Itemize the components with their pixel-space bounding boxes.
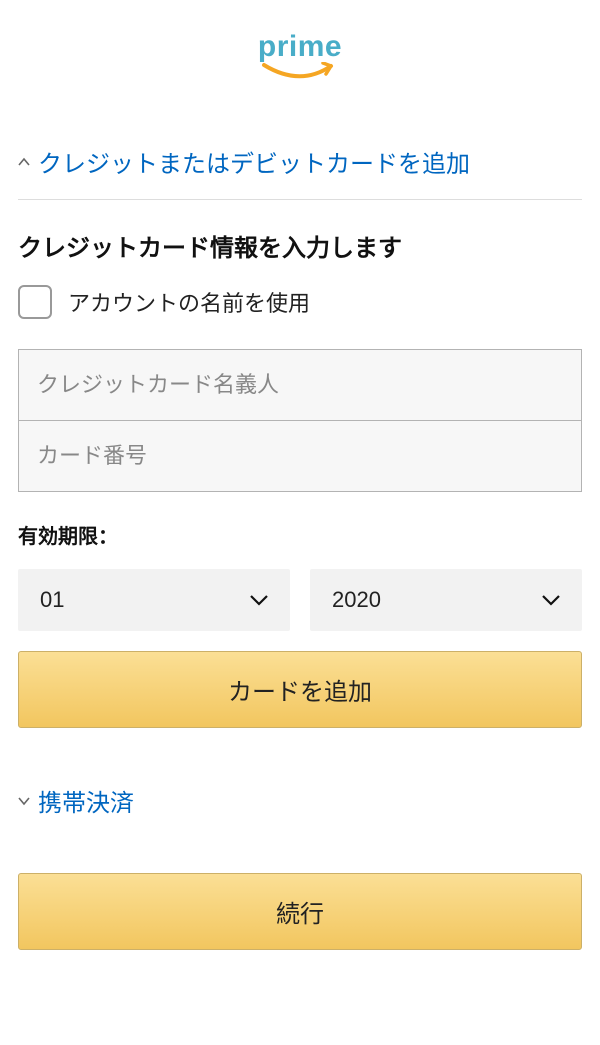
chevron-down-icon xyxy=(542,595,560,606)
expiry-selects-row: 01 2020 xyxy=(18,569,582,631)
expiry-month-select[interactable]: 01 xyxy=(18,569,290,631)
smile-icon xyxy=(259,62,341,84)
expiry-year-select[interactable]: 2020 xyxy=(310,569,582,631)
expiry-month-value: 01 xyxy=(40,587,64,613)
mobile-payment-title: 携帯決済 xyxy=(38,783,134,818)
expiry-year-value: 2020 xyxy=(332,587,381,613)
mobile-payment-accordion-header[interactable]: 携帯決済 xyxy=(18,783,582,818)
prime-logo: prime xyxy=(18,30,582,84)
add-card-button[interactable]: カードを追加 xyxy=(18,651,582,728)
use-account-name-row: アカウントの名前を使用 xyxy=(18,285,582,319)
prime-logo-text: prime xyxy=(258,30,342,63)
chevron-down-icon xyxy=(250,595,268,606)
add-card-accordion-title: クレジットまたはデビットカードを追加 xyxy=(38,144,470,179)
use-account-name-label: アカウントの名前を使用 xyxy=(68,286,310,318)
card-number-input[interactable] xyxy=(19,421,581,491)
card-text-inputs xyxy=(18,349,582,492)
cardholder-name-input[interactable] xyxy=(19,350,581,421)
use-account-name-checkbox[interactable] xyxy=(18,285,52,319)
caret-up-icon xyxy=(18,155,30,169)
expiry-label: 有効期限： xyxy=(18,520,582,549)
form-section-title: クレジットカード情報を入力します xyxy=(18,228,582,263)
add-card-accordion-header[interactable]: クレジットまたはデビットカードを追加 xyxy=(18,134,582,200)
continue-button[interactable]: 続行 xyxy=(18,873,582,950)
caret-down-icon xyxy=(18,794,30,808)
